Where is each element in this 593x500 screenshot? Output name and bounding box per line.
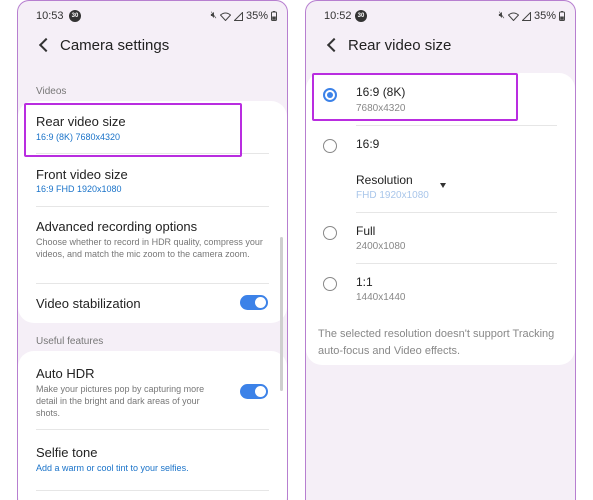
divider [36,490,269,491]
option-resolution: 1440x1440 [356,292,406,303]
video-stabilization-row[interactable]: Video stabilization [18,284,287,323]
battery-level: 35% [533,10,556,22]
front-video-size-title: Front video size [36,167,128,182]
section-label-videos: Videos [36,86,67,97]
video-stabilization-title: Video stabilization [36,296,141,311]
advanced-recording-desc: Choose whether to record in HDR quality,… [36,237,263,259]
back-arrow-icon[interactable] [324,37,340,53]
app-header: Rear video size [306,31,575,61]
wifi-icon [219,12,231,21]
radio-button[interactable] [323,139,337,153]
front-video-size-row[interactable]: Front video size 16:9 FHD 1920x1080 [18,154,287,206]
notification-badge: 30 [355,10,367,22]
mute-icon: 🔇︎ [210,10,217,21]
battery-icon [271,11,277,21]
useful-features-card: Auto HDR Make your pictures pop by captu… [18,351,287,500]
status-icons: 🔇︎ 35% [211,10,277,22]
radio-button[interactable] [323,226,337,240]
resolution-dropdown[interactable]: Resolution FHD 1920x1080 [306,165,575,211]
option-resolution: 2400x1080 [356,241,406,252]
option-title: 16:9 [356,137,380,151]
option-1-1[interactable]: 1:1 1440x1440 [306,264,575,314]
toggle-knob [255,386,266,397]
rear-video-size-screen: 10:52 30 🔇︎ 35% Rear video size 16:9 (8K… [305,0,576,500]
battery-level: 35% [245,10,268,22]
notification-badge: 30 [69,10,81,22]
dropdown-arrow-icon[interactable] [440,183,446,188]
resolution-value: FHD 1920x1080 [356,190,429,201]
highlight-box [312,73,518,121]
resolution-note: The selected resolution doesn't support … [318,328,555,357]
highlight-box [24,103,242,157]
auto-hdr-title: Auto HDR [36,366,95,381]
auto-hdr-row[interactable]: Auto HDR Make your pictures pop by captu… [18,351,287,429]
auto-hdr-toggle[interactable] [240,384,268,399]
status-time: 10:53 [36,10,64,22]
selfie-tone-row[interactable]: Selfie tone Add a warm or cool tint to y… [18,430,287,490]
battery-icon [559,11,565,21]
advanced-recording-row[interactable]: Advanced recording options Choose whethe… [18,207,287,283]
option-full[interactable]: Full 2400x1080 [306,213,575,263]
status-time: 10:52 [324,10,352,22]
option-title: Full [356,224,376,238]
radio-button[interactable] [323,277,337,291]
video-stabilization-toggle[interactable] [240,295,268,310]
toggle-knob [255,297,266,308]
signal-icon [233,11,243,21]
app-header: Camera settings [18,31,287,61]
front-video-size-value: 16:9 FHD 1920x1080 [36,184,122,194]
section-label-useful-features: Useful features [36,336,104,347]
wifi-icon [507,12,519,21]
page-title: Rear video size [348,37,452,54]
status-bar: 10:53 30 🔇︎ 35% [18,1,287,31]
signal-icon [521,11,531,21]
advanced-recording-title: Advanced recording options [36,219,198,234]
resolution-label: Resolution [356,173,413,187]
selfie-tone-title: Selfie tone [36,445,98,460]
mute-icon: 🔇︎ [498,10,505,21]
camera-settings-screen: 10:53 30 🔇︎ 35% Camera settings Videos R… [17,0,288,500]
back-arrow-icon[interactable] [36,37,52,53]
scrollbar[interactable] [280,237,283,391]
selfie-tone-desc: Add a warm or cool tint to your selfies. [36,463,189,473]
option-title: 1:1 [356,275,373,289]
page-title: Camera settings [60,37,170,54]
option-16-9[interactable]: 16:9 [306,126,575,164]
auto-hdr-desc: Make your pictures pop by capturing more… [36,384,205,418]
status-icons: 🔇︎ 35% [499,10,565,22]
status-bar: 10:52 30 🔇︎ 35% [306,1,575,31]
